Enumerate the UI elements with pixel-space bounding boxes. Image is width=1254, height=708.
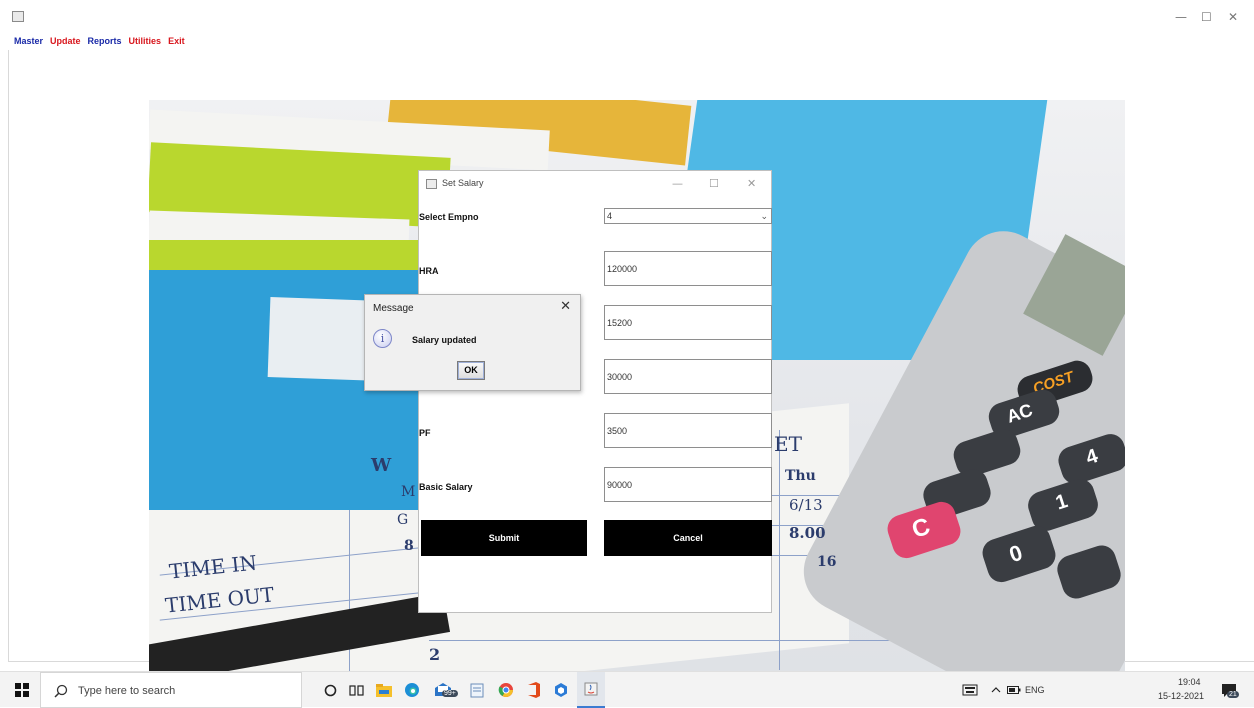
notification-center-icon[interactable]: 21 — [1218, 672, 1240, 708]
minimize-button[interactable]: — — [1175, 10, 1187, 24]
folder-green — [149, 240, 429, 270]
battery-icon[interactable] — [1006, 672, 1022, 708]
notification-badge: 21 — [1227, 691, 1239, 698]
clock-time[interactable]: 19:04 — [1178, 677, 1201, 687]
taskbar-search-box[interactable]: Type here to search — [40, 672, 302, 708]
dialog-title: Set Salary — [442, 178, 484, 188]
dialog-maximize-button[interactable]: ☐ — [709, 177, 719, 190]
close-button[interactable]: ✕ — [1228, 10, 1238, 24]
message-title: Message — [373, 303, 414, 314]
menu-master[interactable]: Master — [14, 36, 43, 50]
grid-line — [779, 430, 780, 670]
amount-text: 8.00 — [789, 524, 826, 542]
message-dialog: Message ✕ i Salary updated OK — [364, 294, 581, 391]
file-explorer-icon[interactable] — [372, 672, 396, 708]
sheet-text: M — [401, 484, 416, 500]
notepad-icon[interactable] — [465, 672, 489, 708]
menu-exit[interactable]: Exit — [168, 36, 185, 50]
empno-select[interactable]: 4 ⌄ — [604, 208, 772, 224]
info-icon: i — [373, 329, 392, 348]
day-text: Thu — [785, 468, 816, 484]
submit-button[interactable]: Submit — [421, 520, 587, 556]
sheet-text: 16 — [817, 554, 837, 570]
java-app-icon — [426, 179, 437, 189]
set-salary-dialog: Set Salary — ☐ ✕ Select Empno 4 ⌄ HRA 12… — [418, 170, 772, 613]
edge-browser-icon[interactable] — [400, 672, 424, 708]
ok-button[interactable]: OK — [457, 361, 485, 380]
basic-salary-label: Basic Salary — [419, 482, 473, 492]
menu-reports[interactable]: Reports — [88, 36, 122, 50]
task-view-icon[interactable] — [344, 672, 368, 708]
message-close-button[interactable]: ✕ — [560, 299, 571, 314]
java-app-icon — [12, 11, 24, 22]
keyboard-icon[interactable] — [958, 672, 982, 708]
sheet-text: W — [371, 455, 392, 476]
sheet-text: G — [397, 512, 409, 528]
chrome-icon[interactable] — [494, 672, 518, 708]
mail-icon[interactable]: 99+ — [428, 672, 458, 708]
basic-salary-field[interactable]: 90000 — [604, 467, 772, 502]
hra-field[interactable]: 120000 — [604, 251, 772, 286]
sheet-text: 2 — [429, 645, 441, 664]
cancel-button[interactable]: Cancel — [604, 520, 772, 556]
pf-field[interactable]: 3500 — [604, 413, 772, 448]
cortana-icon[interactable] — [318, 672, 342, 708]
windows-taskbar: Type here to search 99+ ENG 19:04 15-12-… — [0, 671, 1254, 708]
window-left-border — [8, 50, 9, 662]
sheet-text: ET — [774, 432, 802, 456]
date-text: 6/13 — [789, 496, 823, 514]
empno-label: Select Empno — [419, 212, 479, 222]
dialog-close-button[interactable]: ✕ — [747, 177, 756, 190]
pf-label: PF — [419, 428, 431, 438]
language-indicator[interactable]: ENG — [1025, 685, 1045, 695]
windows-logo-icon — [15, 683, 29, 697]
salary-field-3[interactable]: 30000 — [604, 359, 772, 394]
chevron-up-icon[interactable] — [989, 672, 1003, 708]
hra-label: HRA — [419, 266, 439, 276]
clock-date[interactable]: 15-12-2021 — [1158, 691, 1204, 701]
mail-badge: 99+ — [442, 690, 458, 697]
salary-field-2[interactable]: 15200 — [604, 305, 772, 340]
dialog-titlebar: Set Salary — ☐ ✕ — [419, 171, 771, 199]
app-icon-blue[interactable] — [549, 672, 573, 708]
maximize-button[interactable]: ☐ — [1201, 10, 1212, 24]
java-taskbar-item[interactable] — [577, 672, 605, 708]
dialog-minimize-button[interactable]: — — [672, 177, 683, 190]
message-text: Salary updated — [412, 335, 477, 345]
chevron-down-icon: ⌄ — [760, 211, 768, 221]
sheet-text: 8 — [404, 538, 414, 554]
empno-selected-value: 4 — [607, 211, 613, 221]
menu-update[interactable]: Update — [50, 36, 81, 50]
menu-bar: Master Update Reports Utilities Exit — [14, 36, 185, 50]
menu-utilities[interactable]: Utilities — [129, 36, 162, 50]
search-icon — [54, 684, 68, 698]
office-icon[interactable] — [522, 672, 546, 708]
search-placeholder: Type here to search — [78, 685, 176, 697]
app-titlebar: — ☐ ✕ — [0, 0, 1254, 32]
start-button[interactable] — [8, 672, 36, 708]
